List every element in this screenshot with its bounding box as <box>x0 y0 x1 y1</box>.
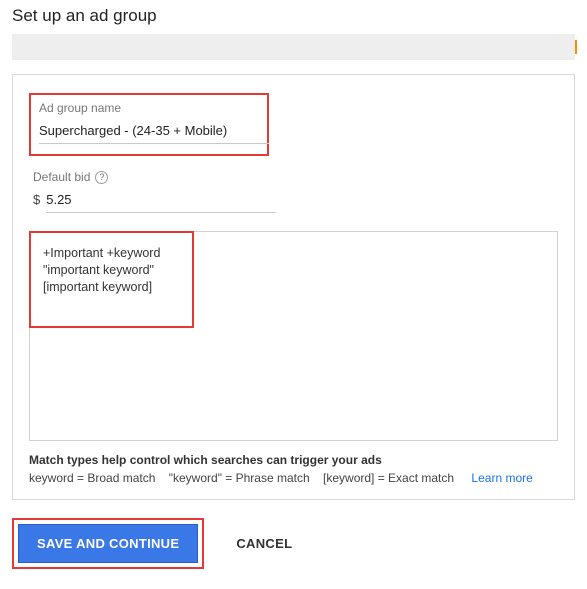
button-row: SAVE AND CONTINUE CANCEL <box>0 518 587 589</box>
help-icon[interactable]: ? <box>95 171 108 184</box>
match-exact: [keyword] = Exact match <box>323 471 454 485</box>
ad-group-name-highlight: Ad group name <box>29 93 269 156</box>
default-bid-block: Default bid ? $ <box>33 170 558 213</box>
keywords-textarea[interactable] <box>39 239 184 313</box>
page-title: Set up an ad group <box>0 0 587 34</box>
match-broad: keyword = Broad match <box>29 471 155 485</box>
ad-group-card: Ad group name Default bid ? $ Match type… <box>12 74 575 500</box>
cancel-button[interactable]: CANCEL <box>232 525 296 562</box>
learn-more-link[interactable]: Learn more <box>471 471 532 485</box>
keywords-highlight <box>29 231 194 328</box>
ad-group-name-label: Ad group name <box>39 101 259 115</box>
default-bid-label-text: Default bid <box>33 170 90 184</box>
save-button-highlight: SAVE AND CONTINUE <box>12 518 204 569</box>
match-phrase: "keyword" = Phrase match <box>169 471 310 485</box>
match-types-heading-text: Match types help control which searches … <box>29 453 382 467</box>
keywords-area <box>29 231 558 441</box>
default-bid-label: Default bid ? <box>33 170 558 184</box>
match-types-line: keyword = Broad match "keyword" = Phrase… <box>29 471 558 485</box>
keywords-empty-space[interactable] <box>30 328 557 440</box>
info-banner <box>12 34 575 60</box>
match-types-heading: Match types help control which searches … <box>29 453 558 467</box>
ad-group-name-input[interactable] <box>39 119 269 144</box>
currency-symbol: $ <box>33 192 40 213</box>
save-and-continue-button[interactable]: SAVE AND CONTINUE <box>18 524 198 563</box>
default-bid-input[interactable] <box>46 188 276 213</box>
